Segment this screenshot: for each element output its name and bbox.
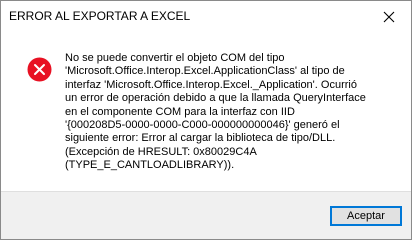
close-button[interactable] bbox=[366, 1, 411, 32]
error-message: No se puede convertir el objeto COM del … bbox=[65, 52, 395, 173]
message-line: en el componente COM para la interfaz co… bbox=[65, 105, 295, 118]
message-line: '{000208D5-0000-0000-C000-000000000046}'… bbox=[65, 119, 340, 132]
accept-button[interactable]: Aceptar bbox=[330, 206, 402, 226]
dialog-footer: Aceptar bbox=[1, 191, 411, 239]
dialog-content: No se puede convertir el objeto COM del … bbox=[1, 32, 411, 191]
message-line: (Excepción de HRESULT: 0x80029C4A bbox=[65, 145, 257, 158]
close-x-icon bbox=[383, 11, 394, 22]
message-line: (TYPE_E_CANTLOADLIBRARY)). bbox=[65, 159, 235, 172]
error-icon bbox=[27, 57, 52, 82]
title-bar: ERROR AL EXPORTAR A EXCEL bbox=[1, 1, 411, 32]
message-line: siguiente error: Error al cargar la bibl… bbox=[65, 132, 336, 145]
message-line: 'Microsoft.Office.Interop.Excel.Applicat… bbox=[65, 65, 345, 78]
window-title: ERROR AL EXPORTAR A EXCEL bbox=[9, 9, 191, 23]
message-line: un error de operación debido a que la ll… bbox=[65, 92, 366, 105]
message-line: interfaz 'Microsoft.Office.Interop.Excel… bbox=[65, 78, 357, 91]
error-dialog-window: ERROR AL EXPORTAR A EXCEL No se puede co… bbox=[0, 0, 412, 240]
message-line: No se puede convertir el objeto COM del … bbox=[65, 52, 285, 64]
